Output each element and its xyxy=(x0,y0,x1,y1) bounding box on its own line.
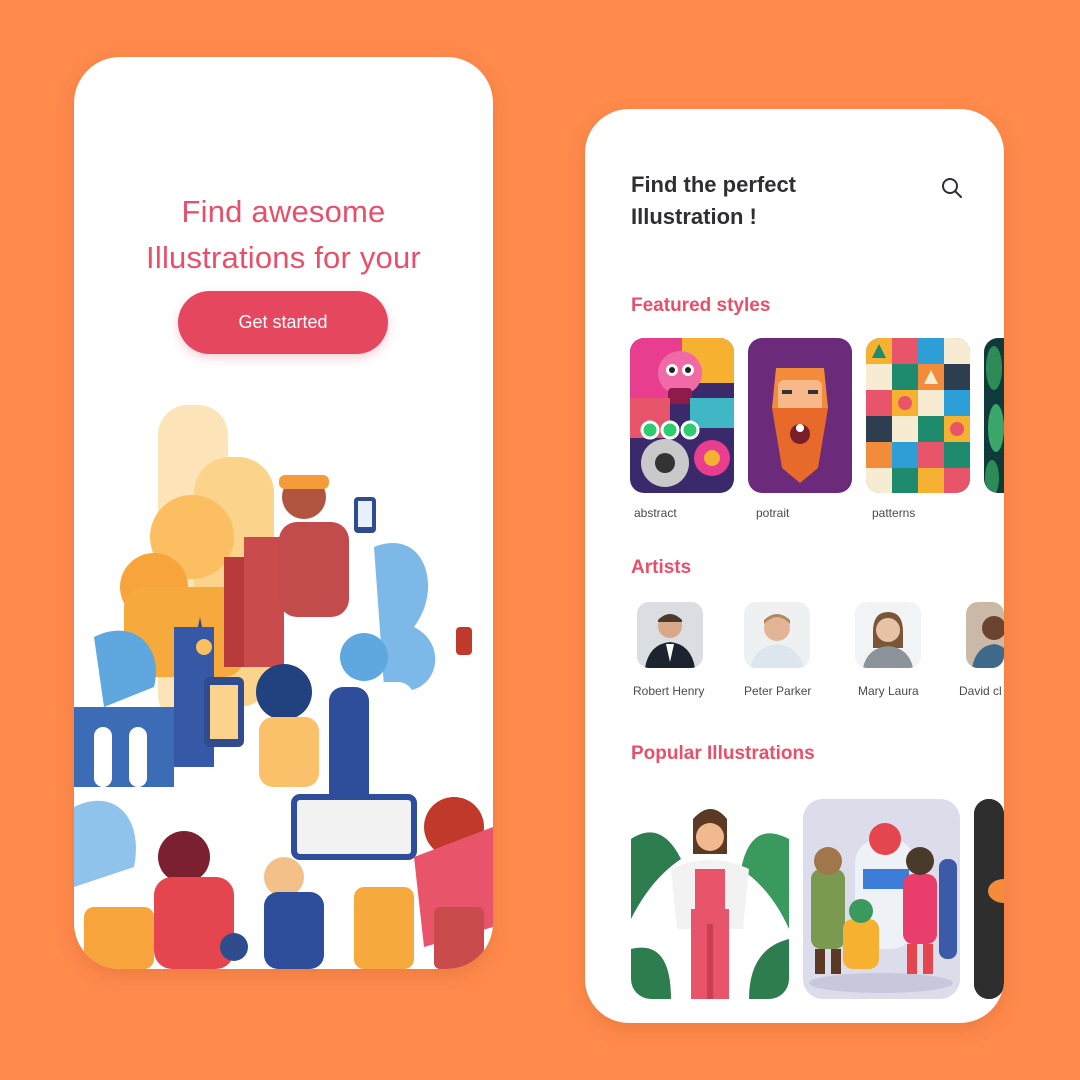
artist-name-mary-laura: Mary Laura xyxy=(858,684,919,698)
style-label-patterns: patterns xyxy=(872,506,916,520)
avatar-mary-laura[interactable] xyxy=(855,602,921,668)
style-card-potrait[interactable] xyxy=(748,338,852,493)
hero-illustration xyxy=(74,405,493,969)
page-title-line-1: Find the perfect xyxy=(631,172,797,197)
hero-headline-line-1: Find awesome xyxy=(181,194,386,229)
home-screen: Find the perfect Illustration ! Featured… xyxy=(585,109,1004,1023)
avatar-david[interactable] xyxy=(966,602,1004,668)
style-card-partial[interactable] xyxy=(984,338,1004,493)
search-icon[interactable] xyxy=(939,175,965,201)
leaf-pattern-thumbnail xyxy=(984,338,1004,493)
potrait-thumbnail xyxy=(748,338,852,493)
hero-headline-line-2: Illustrations for your xyxy=(146,240,421,275)
dark-illustration xyxy=(974,799,1004,999)
abstract-thumbnail xyxy=(630,338,734,493)
popular-card-partial[interactable] xyxy=(974,799,1004,999)
style-card-abstract[interactable] xyxy=(630,338,734,493)
style-label-abstract: abstract xyxy=(634,506,677,520)
style-label-potrait: potrait xyxy=(756,506,790,520)
person-icon xyxy=(855,602,921,668)
popular-card-woman[interactable] xyxy=(631,799,789,999)
person-icon xyxy=(966,602,1004,668)
page-title-line-2: Illustration ! xyxy=(631,204,757,229)
patterns-thumbnail xyxy=(866,338,970,493)
popular-illustrations-heading: Popular Illustrations xyxy=(631,743,815,764)
onboarding-screen: Find awesome Illustrations for your UI D… xyxy=(74,57,493,969)
artist-name-robert-henry: Robert Henry xyxy=(633,684,705,698)
avatar-robert-henry[interactable] xyxy=(637,602,703,668)
artist-name-david: David cl xyxy=(959,684,1002,698)
person-icon xyxy=(637,602,703,668)
featured-styles-heading: Featured styles xyxy=(631,295,771,316)
get-started-button[interactable]: Get started xyxy=(178,291,388,354)
style-card-patterns[interactable] xyxy=(866,338,970,493)
popular-card-characters[interactable] xyxy=(803,799,960,999)
woman-illustration xyxy=(631,799,789,999)
avatar-peter-parker[interactable] xyxy=(744,602,810,668)
artist-name-peter-parker: Peter Parker xyxy=(744,684,812,698)
person-icon xyxy=(744,602,810,668)
artists-heading: Artists xyxy=(631,557,692,578)
page-title: Find the perfect Illustration ! xyxy=(631,169,796,233)
characters-illustration xyxy=(803,799,960,999)
